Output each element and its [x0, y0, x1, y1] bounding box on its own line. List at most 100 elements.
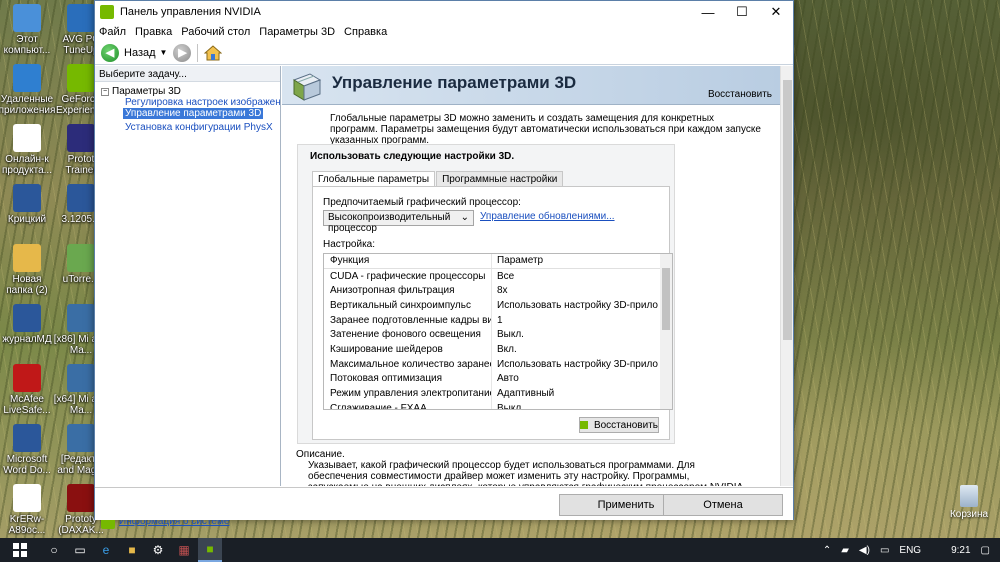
tree-item-image-settings[interactable]: Регулировка настроек изображения с пр — [101, 97, 280, 108]
preferred-gpu-label: Предпочитаемый графический процессор: — [323, 197, 521, 208]
notifications-icon[interactable]: ▢ — [981, 545, 990, 556]
back-arrow-icon[interactable]: ◀ — [101, 43, 119, 62]
feature-cell: Режим управления электропитанием — [324, 386, 492, 401]
main-scrollbar[interactable] — [780, 66, 793, 486]
computer-icon — [13, 4, 41, 32]
feature-cell: Затенение фонового освещения — [324, 327, 492, 343]
clock[interactable]: 9:21 — [951, 545, 970, 556]
setting-cell[interactable]: Адаптивный — [492, 388, 658, 399]
tree-item-physx[interactable]: Установка конфигурации PhysX — [101, 122, 280, 133]
table-scrollbar-thumb[interactable] — [662, 268, 670, 330]
setting-cell[interactable]: 8x — [492, 285, 658, 296]
maximize-button[interactable]: ☐ — [725, 1, 759, 23]
table-restore-button[interactable]: Восстановить — [579, 417, 659, 433]
feature-cell: Потоковая оптимизация — [324, 371, 492, 387]
cancel-button[interactable]: Отмена — [663, 494, 783, 516]
desktop-icon[interactable]: Новая папка (2) — [0, 244, 56, 296]
page-banner: Управление параметрами 3D Восстановить — [282, 66, 780, 105]
settings-gear-icon[interactable]: ⚙ — [146, 538, 170, 562]
column-header-feature: Функция — [324, 254, 492, 268]
setting-cell[interactable]: Вкл. — [492, 344, 658, 355]
menu-help[interactable]: Справка — [344, 26, 387, 38]
desktop-icon[interactable]: KrERw-A89oc... — [0, 484, 56, 536]
desktop-icon[interactable]: Этот компьют... — [0, 4, 56, 56]
feature-cell: Анизотропная фильтрация — [324, 283, 492, 299]
menu-edit[interactable]: Правка — [135, 26, 172, 38]
home-icon[interactable] — [204, 44, 223, 62]
volume-icon[interactable]: ◀) — [859, 545, 870, 556]
table-row[interactable]: Вертикальный синхроимпульс Использовать н… — [324, 298, 672, 313]
tree-item-manage-3d[interactable]: Управление параметрами 3D — [123, 108, 264, 119]
tree-root[interactable]: − Параметры 3D — [101, 86, 280, 97]
recycle-bin[interactable]: Корзина — [940, 485, 998, 520]
setting-cell[interactable]: Авто — [492, 373, 658, 384]
menu-3d-settings[interactable]: Параметры 3D — [259, 26, 335, 38]
forward-arrow-icon[interactable]: ▶ — [173, 43, 192, 62]
desktop-icon[interactable]: журналМД — [0, 304, 56, 345]
chevron-down-icon: ⌄ — [460, 212, 469, 223]
menu-file[interactable]: Файл — [99, 26, 126, 38]
tab-program-settings[interactable]: Программные настройки — [436, 171, 564, 187]
edge-icon[interactable]: e — [94, 538, 118, 562]
setting-cell[interactable]: Использовать настройку 3D-приложения — [492, 359, 658, 370]
preferred-gpu-value: Высокопроизводительный процессор — [328, 212, 451, 234]
back-dropdown-icon[interactable]: ▼ — [160, 48, 168, 57]
keyboard-icon[interactable]: ▭ — [880, 545, 889, 556]
manage-updates-link[interactable]: Управление обновлениями... — [480, 211, 615, 222]
preferred-gpu-select[interactable]: Высокопроизводительный процессор ⌄ — [323, 210, 474, 234]
setting-cell[interactable]: Выкл. — [492, 329, 658, 340]
column-header-setting: Параметр — [497, 255, 544, 267]
close-button[interactable]: ✕ — [759, 1, 793, 23]
description-text: Указывает, какой графический процессор б… — [308, 460, 746, 486]
taskbar: ○ ▭ e ■ ⚙ ▦ ■ ⌃ ▰ ◀) ▭ ENG 9:21 ▢ — [0, 538, 1000, 562]
feature-cell: CUDA - графические процессоры — [324, 268, 492, 284]
nvidia-control-panel-window: Панель управления NVIDIA — ☐ ✕ Файл Прав… — [94, 0, 794, 529]
desktop-icon[interactable]: Удаленные приложения — [0, 64, 56, 116]
toolbar: ◀ Назад ▼ ▶ — [95, 41, 793, 65]
title-bar[interactable]: Панель управления NVIDIA — ☐ ✕ — [95, 1, 793, 23]
table-scrollbar[interactable] — [660, 254, 672, 409]
table-row[interactable]: Сглаживание - FXAA Выкл. — [324, 400, 672, 409]
table-row[interactable]: Заранее подготовленные кадры вирту...1 — [324, 312, 672, 328]
desktop-icon[interactable]: Онлайн-к продукта... — [0, 124, 56, 176]
setting-cell[interactable]: Все — [492, 271, 658, 282]
network-icon[interactable]: ▰ — [841, 545, 849, 556]
footer-bar: Применить Отмена — [95, 487, 793, 520]
collapse-icon[interactable]: − — [101, 87, 109, 96]
table-row[interactable]: CUDA - графические процессоры Все — [324, 268, 672, 284]
search-icon[interactable]: ○ — [42, 538, 66, 562]
tray-chevron-up-icon[interactable]: ⌃ — [823, 545, 831, 556]
main-scrollbar-thumb[interactable] — [783, 80, 792, 340]
desktop-icon[interactable]: Microsoft Word Do... — [0, 424, 56, 476]
nvidia-taskbar-icon[interactable]: ■ — [198, 538, 222, 562]
table-row[interactable]: Кэширование шейдеров Вкл. — [324, 342, 672, 357]
back-label[interactable]: Назад — [124, 47, 156, 59]
windows-start-icon[interactable] — [0, 538, 40, 562]
desktop-icon-label: McAfee LiveSafe... — [3, 394, 51, 416]
minimize-button[interactable]: — — [691, 1, 725, 23]
app-icon[interactable]: ▦ — [172, 538, 196, 562]
page-title: Управление параметрами 3D — [332, 73, 577, 92]
setting-cell[interactable]: 1 — [492, 315, 658, 326]
3d-settings-icon — [292, 73, 322, 101]
setting-cell[interactable]: Выкл. — [492, 403, 658, 409]
desktop-icon[interactable]: Крицкий — [0, 184, 56, 225]
menu-desktop[interactable]: Рабочий стол — [181, 26, 250, 38]
recycle-bin-label: Корзина — [949, 509, 989, 520]
task-view-icon[interactable]: ▭ — [68, 538, 92, 562]
desktop-icon-label: KrERw-A89oc... — [8, 514, 46, 536]
file-explorer-icon[interactable]: ■ — [120, 538, 144, 562]
restore-defaults-link[interactable]: Восстановить — [708, 89, 772, 100]
desktop-icon-label: журналМД — [2, 334, 52, 345]
tab-content: Предпочитаемый графический процессор: Вы… — [312, 186, 673, 440]
setting-cell[interactable]: Использовать настройку 3D-приложения — [492, 300, 658, 311]
language-indicator[interactable]: ENG — [899, 545, 921, 556]
table-row[interactable]: Анизотропная фильтрация 8x — [324, 283, 672, 299]
tab-global-settings[interactable]: Глобальные параметры — [312, 171, 436, 187]
desktop-icon[interactable]: McAfee LiveSafe... — [0, 364, 56, 416]
table-row[interactable]: Режим управления электропитанием Адаптивн… — [324, 386, 672, 401]
word-doc-icon — [13, 304, 41, 332]
table-row[interactable]: Затенение фонового освещения Выкл. — [324, 327, 672, 343]
table-row[interactable]: Потоковая оптимизация Авто — [324, 371, 672, 387]
table-row[interactable]: Максимальное количество заранее под...Ис… — [324, 356, 672, 372]
